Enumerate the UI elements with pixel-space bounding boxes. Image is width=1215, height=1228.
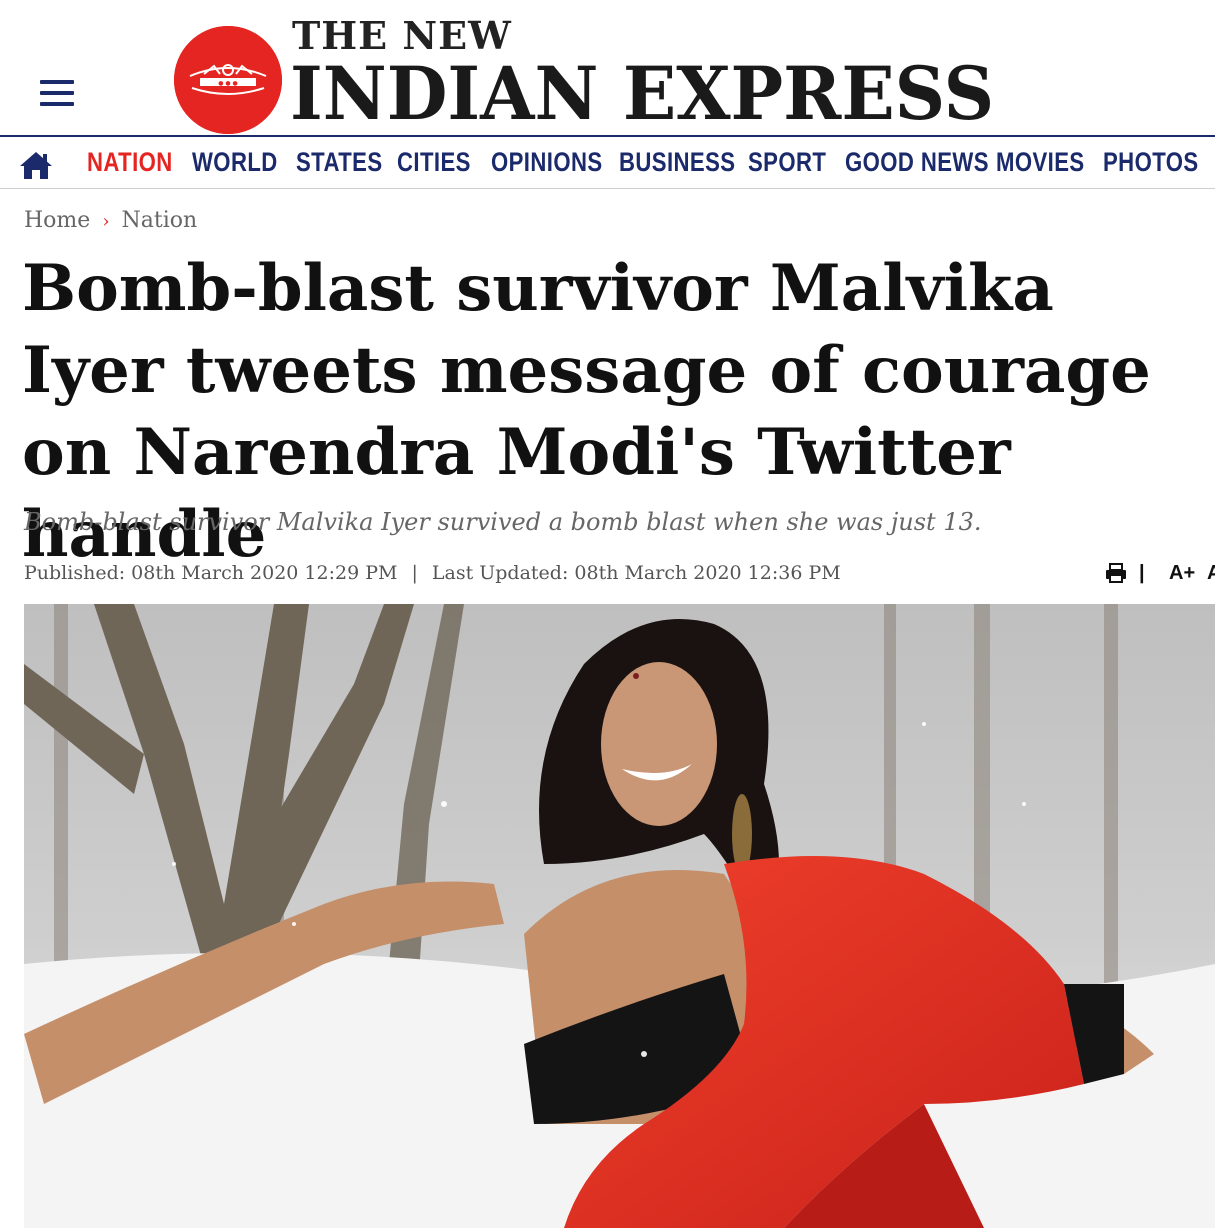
- nav-item-business[interactable]: BUSINESS: [619, 147, 735, 178]
- logo-emblem[interactable]: ● ● ●: [174, 26, 282, 134]
- hero-illustration: [24, 604, 1215, 1228]
- nav-item-movies[interactable]: MOVIES: [996, 147, 1085, 178]
- font-increase-button[interactable]: A+: [1169, 562, 1195, 585]
- chevron-right-icon: ›: [102, 211, 110, 232]
- svg-text:● ● ●: ● ● ●: [218, 80, 238, 87]
- published-date: Published: 08th March 2020 12:29 PM: [24, 562, 398, 584]
- nav-item-opinions[interactable]: OPINIONS: [491, 147, 603, 178]
- nav-item-photos[interactable]: PHOTOS: [1103, 147, 1199, 178]
- article-tools: | A+ A-: [1105, 560, 1215, 590]
- tools-separator: |: [1139, 562, 1145, 584]
- article-hero-image[interactable]: [24, 604, 1215, 1228]
- hamburger-menu-icon[interactable]: [40, 80, 74, 108]
- updated-date: Last Updated: 08th March 2020 12:36 PM: [431, 562, 841, 584]
- nav-item-sport[interactable]: SPORT: [748, 147, 826, 178]
- breadcrumb-home[interactable]: Home: [24, 208, 90, 233]
- logo-line-2[interactable]: INDIAN EXPRESS: [290, 51, 994, 136]
- print-icon[interactable]: [1105, 562, 1127, 584]
- article-meta: Published: 08th March 2020 12:29 PM | Last…: [24, 562, 841, 584]
- nav-item-world[interactable]: WORLD: [192, 147, 278, 178]
- nav-item-cities[interactable]: CITIES: [397, 147, 471, 178]
- article-subhead: Bomb-blast survivor Malvika Iyer survive…: [24, 508, 982, 536]
- home-icon[interactable]: [18, 149, 54, 181]
- nav-item-good-news[interactable]: GOOD NEWS: [845, 147, 989, 178]
- nav-item-nation[interactable]: NATION: [87, 147, 173, 178]
- nav-item-states[interactable]: STATES: [296, 147, 383, 178]
- nav-divider: [0, 188, 1215, 189]
- breadcrumb: Home › Nation: [24, 208, 197, 233]
- breadcrumb-section[interactable]: Nation: [122, 208, 198, 233]
- font-decrease-button[interactable]: A-: [1207, 562, 1215, 585]
- main-nav: NATION WORLD STATES CITIES OPINIONS BUSI…: [0, 137, 1215, 189]
- meta-separator: |: [411, 562, 418, 584]
- masthead: ● ● ● THE NEW INDIAN EXPRESS: [0, 0, 1215, 136]
